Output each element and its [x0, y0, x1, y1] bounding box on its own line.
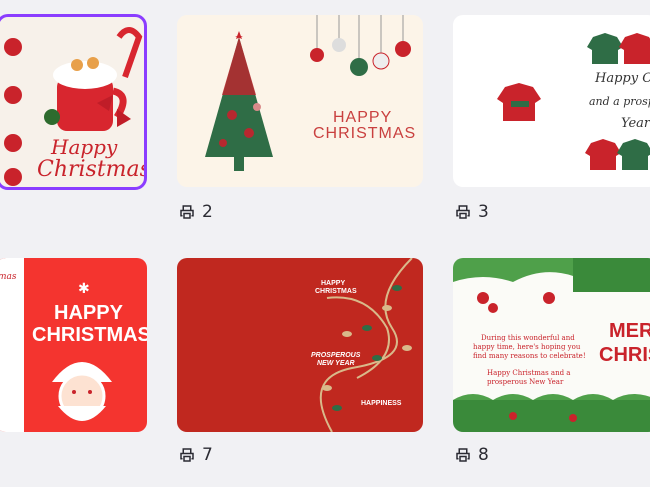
page-thumbnail-2[interactable]: HAPPY CHRISTMAS — [177, 15, 423, 187]
page-thumbnail-7[interactable]: HAPPY CHRISTMAS PROSPEROUS NEW YEAR HAPP… — [177, 258, 423, 432]
card-message-1: During this wonderful and — [481, 334, 575, 342]
page-number-2: 2 — [178, 202, 213, 222]
card-heading-line1: Happy — [51, 135, 118, 159]
printer-icon — [180, 205, 194, 219]
santa-illustration — [52, 362, 112, 421]
card-line-5: HAPPINESS — [361, 400, 402, 407]
card-message-2: happy time, here's hoping you — [473, 343, 581, 351]
printer-icon — [456, 205, 470, 219]
page-number-7: 7 — [178, 445, 213, 465]
page-number-label: 3 — [478, 202, 489, 222]
card-message-4: Happy Christmas and a — [487, 369, 571, 377]
page-thumbnail-4[interactable]: mas ✱ HAPPY CHRISTMAS — [0, 258, 147, 432]
page-number-3: 3 — [454, 202, 489, 222]
page-number-label: 2 — [202, 202, 213, 222]
card-line-4: NEW YEAR — [317, 360, 355, 367]
card-line-2: CHRISTMAS — [315, 288, 357, 295]
card-line-3: PROSPEROUS — [311, 352, 361, 359]
printer-icon — [456, 448, 470, 462]
printer-icon — [180, 448, 194, 462]
card-heading-line2: and a prosperou — [589, 95, 650, 108]
card-heading-line2: Christmas — [37, 157, 147, 182]
page-number-8: 8 — [454, 445, 489, 465]
christmas-tree-illustration — [205, 15, 411, 171]
card-big-heading-1: MERR — [609, 320, 650, 342]
card-heading-line2: CHRISTMAS — [313, 125, 417, 142]
page-thumbnail-8[interactable]: During this wonderful and happy time, he… — [453, 258, 650, 432]
page-thumbnail-1[interactable]: Happy Christmas — [0, 14, 147, 190]
card-big-heading-2: CHRISTM — [599, 344, 650, 366]
card-line-1: HAPPY — [321, 280, 346, 287]
card-heading-line3: Year — [621, 116, 650, 131]
page-number-label: 7 — [202, 445, 213, 465]
card-message-3: find many reasons to celebrate! — [473, 352, 586, 360]
page-thumbnail-3[interactable]: Happy Chris and a prosperou Year — [453, 15, 650, 187]
card-heading-line1: Happy Chris — [595, 71, 650, 86]
card-message-5: prosperous New Year — [487, 378, 564, 386]
page-number-label: 8 — [478, 445, 489, 465]
